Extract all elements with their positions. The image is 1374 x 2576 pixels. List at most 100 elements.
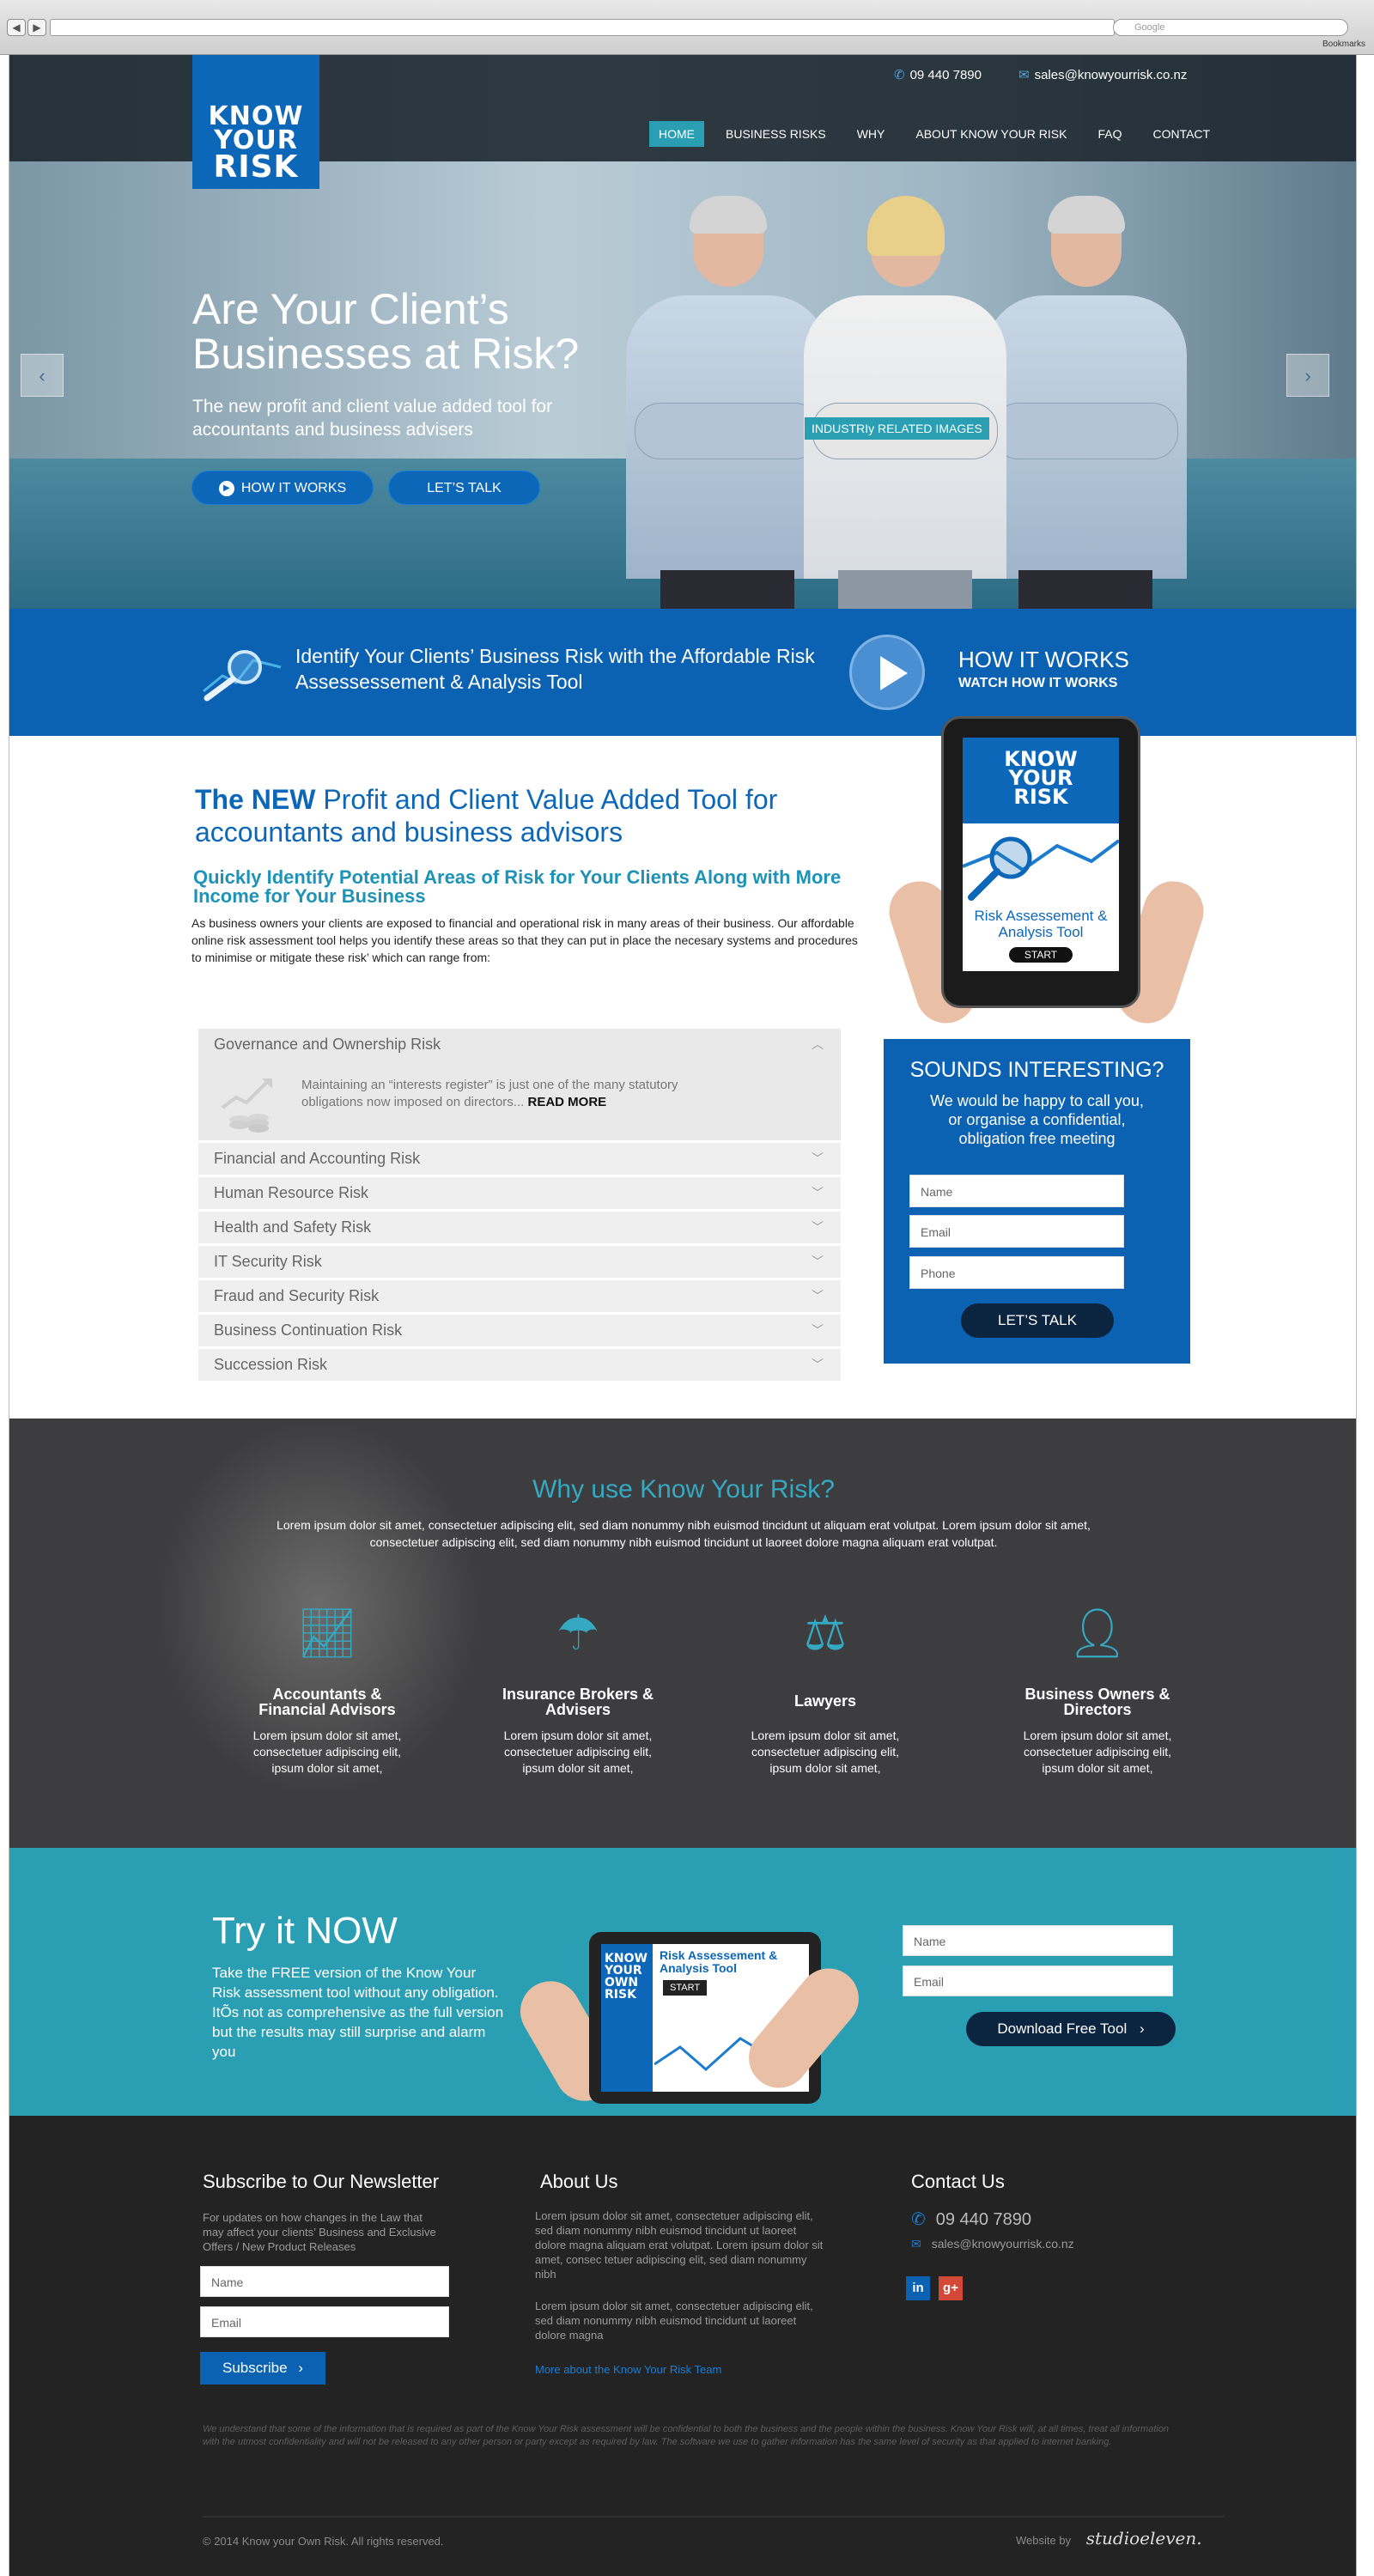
newsletter-email-field[interactable]: Email	[200, 2306, 449, 2337]
business-person-icon: 👤︎	[1067, 1606, 1128, 1660]
accordion-item[interactable]: IT Security Risk ﹀	[198, 1246, 841, 1278]
feature-title: Insurance Brokers & Advisers	[502, 1686, 654, 1718]
accordion-item[interactable]: Financial and Accounting Risk ﹀	[198, 1143, 841, 1175]
studio-eleven-logo: studioeleven.	[1085, 2528, 1202, 2549]
address-bar[interactable]	[50, 19, 1115, 36]
feature-accountants: 📈︎ Accountants & Financial Advisors Lore…	[237, 1599, 417, 1777]
accordion-item-label: Business Continuation Risk	[214, 1321, 403, 1339]
feature-desc: Lorem ipsum dolor sit amet, consectetuer…	[503, 1728, 653, 1775]
forward-button[interactable]: ▶	[27, 19, 46, 36]
how-it-works-button[interactable]: ▶ HOW IT WORKS	[192, 471, 374, 505]
linkedin-icon[interactable]: in	[906, 2276, 930, 2300]
phone-field[interactable]: Phone	[909, 1256, 1124, 1289]
logo-line: OWN	[605, 1976, 639, 1990]
risk-accordion: Governance and Ownership Risk ︿ Maintaini…	[198, 1029, 841, 1383]
lets-talk-button[interactable]: LET’S TALK	[388, 471, 540, 505]
browser-search-input[interactable]: Google	[1113, 19, 1348, 36]
back-button[interactable]: ◀	[7, 19, 26, 36]
hero-person-image	[626, 196, 829, 609]
accordion-item[interactable]: Business Continuation Risk ﹀	[198, 1315, 841, 1346]
form-subtitle: We would be happy to call you, or organi…	[930, 1092, 1144, 1147]
header-phone[interactable]: ✆ 09 440 7890	[894, 67, 982, 82]
how-it-works-label: HOW IT WORKS	[240, 481, 347, 495]
footer-phone[interactable]: ✆ 09 440 7890	[911, 2208, 1031, 2230]
try-name-field[interactable]: Name	[903, 1925, 1173, 1956]
site-footer: Subscribe to Our Newsletter For updates …	[9, 2116, 1356, 2576]
feature-lawyers: ⚖ Lawyers Lorem ipsum dolor sit amet, co…	[735, 1599, 915, 1777]
about-team-link[interactable]: More about the Know Your Risk Team	[535, 2362, 721, 2377]
main-heading: The NEW Profit and Client Value Added To…	[195, 783, 848, 848]
accordion-item-title[interactable]: Governance and Ownership Risk ︿	[214, 1029, 841, 1060]
accordion-item-label: Health and Safety Risk	[214, 1218, 372, 1236]
accordion-item[interactable]: Succession Risk ﹀	[198, 1349, 841, 1381]
bookmarks-button[interactable]: Bookmarks	[1322, 39, 1365, 49]
tablet-start-button: START	[1009, 947, 1073, 963]
contact-title: Contact Us	[911, 2171, 1005, 2192]
accordion-item-label: Financial and Accounting Risk	[214, 1150, 421, 1167]
slider-next-button[interactable]: ›	[1286, 354, 1329, 397]
web-page: Are Your Client’s Businesses at Risk? Th…	[9, 55, 1357, 2576]
download-free-tool-button[interactable]: Download Free Tool ›	[966, 2012, 1176, 2046]
logo-line: RISK	[213, 149, 299, 185]
accordion-item[interactable]: Health and Safety Risk ﹀	[198, 1212, 841, 1243]
chevron-down-icon: ﹀	[812, 1220, 824, 1234]
footer-divider	[203, 2516, 1225, 2518]
play-video-button[interactable]	[849, 635, 925, 710]
band-text: Identify Your Clients’ Business Risk wit…	[295, 645, 815, 693]
accordion-item[interactable]: Fraud and Security Risk ﹀	[198, 1280, 841, 1312]
sub-heading: Quickly Identify Potential Areas of Risk…	[193, 866, 842, 907]
phone-icon: ✆	[911, 2210, 926, 2229]
privacy-disclaimer: We understand that some of the informati…	[203, 2424, 1170, 2447]
accordion-item-label: IT Security Risk	[214, 1253, 322, 1270]
nav-home[interactable]: HOME	[649, 121, 704, 147]
feature-insurance: ☂ Insurance Brokers & Advisers Lorem ips…	[488, 1599, 668, 1777]
nav-faq[interactable]: FAQ	[1088, 121, 1131, 147]
nav-business-risks[interactable]: BUSINESS RISKS	[716, 121, 836, 147]
hero-person-image	[804, 196, 1006, 609]
tablet-logo: KNOW YOUR RISK	[963, 738, 1119, 823]
subscribe-label: Subscribe	[222, 2360, 288, 2376]
growth-chart-icon: 📈︎	[296, 1606, 358, 1660]
subscribe-button[interactable]: Subscribe ›	[200, 2352, 325, 2385]
form-title: SOUNDS INTERESTING?	[909, 1058, 1164, 1082]
hero-person-image	[984, 196, 1187, 609]
feature-title: Business Owners & Directors	[1024, 1686, 1170, 1718]
how-it-works-title[interactable]: HOW IT WORKS	[958, 647, 1129, 673]
tablet-screen: KNOW YOUR RISK Risk Assessement & Analys…	[963, 738, 1119, 971]
footer-email[interactable]: ✉ sales@knowyourrisk.co.nz	[911, 2237, 1074, 2251]
scales-icon: ⚖	[803, 1606, 848, 1660]
email-field[interactable]: Email	[909, 1215, 1124, 1248]
feature-desc: Lorem ipsum dolor sit amet, consectetuer…	[1023, 1728, 1172, 1775]
footer-credit[interactable]: Website by studioeleven.	[1016, 2528, 1202, 2549]
logo-line: YOUR	[605, 1964, 642, 1978]
feature-title: Accountants & Financial Advisors	[258, 1686, 396, 1718]
chevron-up-icon[interactable]: ︿	[812, 1029, 824, 1060]
site-logo[interactable]: KNOW YOUR RISK	[192, 55, 319, 189]
accordion-item[interactable]: Human Resource Risk ﹀	[198, 1177, 841, 1209]
slider-prev-button[interactable]: ‹	[21, 354, 64, 397]
name-field[interactable]: Name	[909, 1175, 1124, 1207]
umbrella-icon: ☂	[556, 1606, 600, 1660]
accordion-body-text: Maintaining an “interests register” is j…	[301, 1077, 731, 1111]
google-plus-icon[interactable]: g+	[939, 2276, 963, 2300]
try-email-field[interactable]: Email	[903, 1965, 1173, 1996]
footer-email-text: sales@knowyourrisk.co.nz	[931, 2237, 1074, 2251]
feature-business-owners: 👤︎ Business Owners & Directors Lorem ips…	[1007, 1599, 1188, 1777]
header-phone-text: 09 440 7890	[909, 68, 982, 82]
feature-title: Lawyers	[793, 1692, 857, 1710]
nav-about[interactable]: ABOUT KNOW YOUR RISK	[906, 121, 1076, 147]
chevron-down-icon: ﹀	[812, 1186, 824, 1200]
nav-contact[interactable]: CONTACT	[1143, 121, 1219, 147]
nav-why[interactable]: WHY	[848, 121, 895, 147]
read-more-link[interactable]: READ MORE	[527, 1095, 606, 1109]
watch-how-it-works-link[interactable]: WATCH HOW IT WORKS	[958, 676, 1117, 691]
newsletter-title: Subscribe to Our Newsletter	[203, 2171, 440, 2192]
header-email[interactable]: ✉ sales@knowyourrisk.co.nz	[1018, 67, 1187, 82]
hero-title: Are Your Client’s Businesses at Risk?	[192, 287, 579, 376]
newsletter-name-field[interactable]: Name	[200, 2266, 449, 2297]
play-icon: ▶	[218, 480, 234, 496]
about-title: About Us	[540, 2171, 618, 2192]
try-text: Take the FREE version of the Know Your R…	[212, 1965, 504, 2060]
about-paragraph-2: Lorem ipsum dolor sit amet, consectetuer…	[535, 2300, 813, 2342]
lets-talk-submit-button[interactable]: LET’S TALK	[961, 1303, 1114, 1338]
